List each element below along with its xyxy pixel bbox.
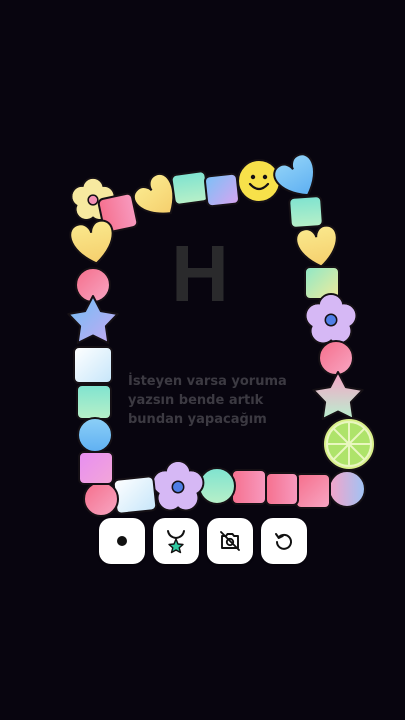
- round-bead: [77, 417, 113, 453]
- star-bead: [67, 295, 119, 344]
- star-necklace-icon: [167, 530, 185, 554]
- camera-off-icon: [220, 531, 240, 551]
- caption-line-3: bundan yapacağım: [128, 412, 267, 427]
- square-bead: [265, 472, 299, 506]
- square-bead: [73, 346, 113, 384]
- square-bead: [76, 384, 112, 420]
- camera-off-button[interactable]: [207, 518, 253, 564]
- heart-bead: [295, 224, 338, 268]
- flower-bead: [304, 293, 358, 345]
- star-bead: [312, 371, 364, 420]
- canvas: H İsteyen varsa yoruma yazsın bende artı…: [0, 0, 405, 720]
- rotate-ccw-icon: [275, 533, 292, 550]
- square-bead: [288, 195, 324, 229]
- heart-bead: [69, 219, 114, 265]
- square-bead: [78, 451, 114, 485]
- square-bead: [112, 475, 158, 515]
- caption-line-2: yazsın bende artık: [128, 393, 264, 408]
- dot-icon: [117, 536, 127, 546]
- round-bead: [318, 340, 354, 376]
- round-bead: [198, 467, 236, 505]
- square-bead: [170, 170, 210, 206]
- round-bead: [83, 481, 119, 517]
- square-bead: [231, 469, 267, 505]
- square-bead: [204, 172, 240, 208]
- charm-button[interactable]: [153, 518, 199, 564]
- letter-watermark: H: [171, 229, 229, 318]
- caption-text: İsteyen varsa yoruma yazsın bende artık …: [128, 372, 298, 429]
- bottom-toolbar: [0, 518, 405, 564]
- bead-frame: [67, 153, 376, 517]
- smiley-bead: [237, 159, 281, 203]
- undo-button[interactable]: [261, 518, 307, 564]
- caption-line-1: İsteyen varsa yoruma: [128, 374, 287, 389]
- square-bead: [295, 473, 331, 509]
- flower-bead: [151, 460, 205, 512]
- round-bead: [328, 470, 366, 508]
- record-button[interactable]: [99, 518, 145, 564]
